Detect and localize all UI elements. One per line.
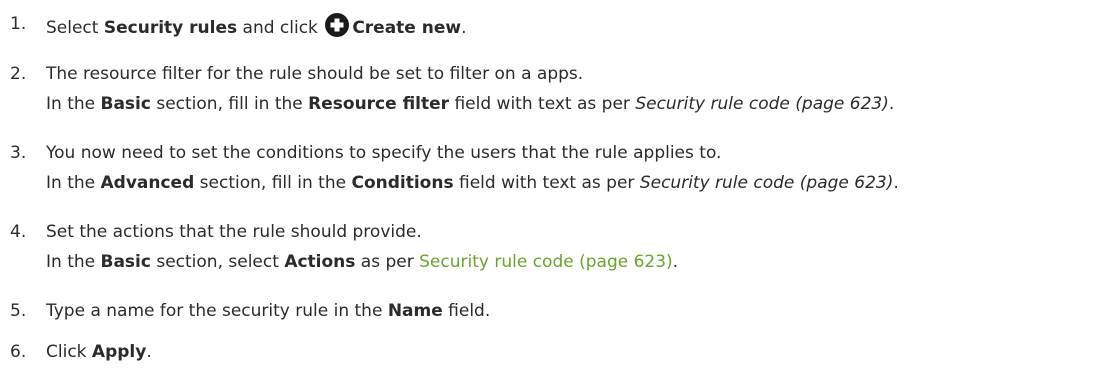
step-text: . — [672, 252, 679, 272]
step-text: as per — [355, 252, 420, 272]
ui-term: Basic — [100, 94, 151, 114]
step-text: Click — [46, 342, 92, 362]
ui-term: Advanced — [100, 173, 195, 193]
instruction-steps-list: 1. Select Security rules and click Creat… — [0, 0, 1112, 378]
step-line: Type a name for the security rule in the… — [46, 300, 490, 322]
step-text: In the — [46, 94, 101, 114]
step-text: field. — [442, 301, 491, 321]
step-line: In the Basic section, select Actions as … — [46, 251, 678, 273]
step-text: Type a name for the security rule in the — [46, 301, 388, 321]
security-rule-code-link[interactable]: Security rule code (page 623) — [419, 252, 673, 272]
step-number: 2. — [10, 64, 27, 84]
step-text: In the — [46, 252, 101, 272]
step-text: . — [146, 342, 152, 362]
cross-reference: Security rule code (page 623) — [635, 94, 889, 114]
step-text: In the — [46, 173, 101, 193]
step-line: In the Advanced section, fill in the Con… — [46, 172, 899, 194]
ui-term: Create new — [352, 18, 462, 38]
step-text: Set the actions that the rule should pro… — [46, 222, 422, 242]
step-line: You now need to set the conditions to sp… — [46, 142, 721, 164]
step-text: . — [893, 173, 899, 193]
step-text: The resource filter for the rule should … — [46, 64, 584, 84]
step-text: field with text as per — [453, 173, 640, 193]
step-text: You now need to set the conditions to sp… — [46, 143, 722, 163]
ui-term: Resource filter — [308, 94, 450, 114]
step-text: field with text as per — [449, 94, 636, 114]
step-number: 4. — [10, 222, 27, 242]
step-line: The resource filter for the rule should … — [46, 63, 583, 85]
step-text: . — [461, 18, 467, 38]
step-number: 3. — [10, 143, 27, 163]
step-number: 6. — [10, 342, 27, 362]
step-text: section, select — [150, 252, 285, 272]
ui-term: Basic — [100, 252, 151, 272]
plus-circle-icon — [325, 13, 350, 37]
ui-term: Conditions — [351, 173, 454, 193]
step-line: Select Security rules and click Create n… — [46, 13, 467, 39]
ui-term: Apply — [91, 342, 147, 362]
ui-term: Actions — [284, 252, 356, 272]
step-line: Set the actions that the rule should pro… — [46, 221, 422, 243]
step-text: . — [888, 94, 895, 114]
ui-term: Name — [387, 301, 443, 321]
step-text: section, fill in the — [150, 94, 309, 114]
step-text: and click — [237, 18, 324, 38]
step-line: Click Apply. — [46, 341, 152, 363]
step-line: In the Basic section, fill in the Resour… — [46, 93, 894, 115]
step-text: Select — [46, 18, 104, 38]
ui-term: Security rules — [103, 18, 238, 38]
step-number: 1. — [10, 14, 27, 34]
step-text: section, fill in the — [194, 173, 352, 193]
step-number: 5. — [10, 301, 27, 321]
cross-reference: Security rule code (page 623) — [639, 173, 894, 193]
